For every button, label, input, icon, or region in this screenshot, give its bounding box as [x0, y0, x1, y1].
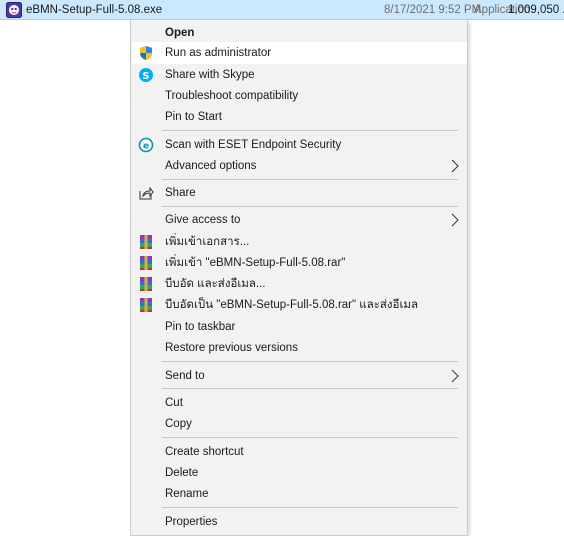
file-row-selected[interactable]: eBMN-Setup-Full-5.08.exe 8/17/2021 9:52 …: [0, 0, 564, 20]
file-name[interactable]: eBMN-Setup-Full-5.08.exe: [26, 3, 162, 17]
menu-item-label: Give access to: [165, 214, 241, 226]
menu-item-give-access-to[interactable]: Give access to: [132, 209, 467, 231]
menu-item-label: Restore previous versions: [165, 342, 298, 354]
menu-item-label: บีบอัดเป็น "eBMN-Setup-Full-5.08.rar" แล…: [165, 299, 419, 311]
menu-item-copy[interactable]: Copy: [132, 413, 467, 435]
menu-item-rar-compress-named-email[interactable]: บีบอัดเป็น "eBMN-Setup-Full-5.08.rar" แล…: [132, 294, 467, 316]
app-exe-icon: [6, 2, 22, 18]
menu-item-label: เพิ่มเข้าเอกสาร...: [165, 236, 250, 248]
menu-item-rar-compress-email[interactable]: บีบอัด และส่งอีเมล...: [132, 273, 467, 295]
winrar-icon: [140, 256, 152, 270]
uac-shield-icon: [140, 46, 152, 60]
menu-item-delete[interactable]: Delete: [132, 462, 467, 484]
menu-item-label: Rename: [165, 488, 209, 500]
skype-icon: S: [139, 68, 153, 82]
eset-icon: e: [138, 137, 154, 153]
menu-item-send-to[interactable]: Send to: [132, 365, 467, 387]
menu-item-label: Cut: [165, 397, 183, 409]
menu-separator: [162, 130, 458, 131]
menu-item-share[interactable]: Share: [132, 182, 467, 204]
menu-item-label: Open: [165, 27, 195, 39]
menu-item-label: Pin to Start: [165, 111, 222, 123]
menu-item-label: Properties: [165, 516, 218, 528]
menu-item-rar-add-named[interactable]: เพิ่มเข้า "eBMN-Setup-Full-5.08.rar": [132, 252, 467, 274]
context-menu: Open Run as administrator S Share with S…: [130, 20, 468, 536]
menu-item-label: Scan with ESET Endpoint Security: [165, 139, 342, 151]
menu-item-troubleshoot-compatibility[interactable]: Troubleshoot compatibility: [132, 85, 467, 107]
svg-text:e: e: [143, 142, 149, 152]
winrar-icon: [140, 277, 152, 291]
menu-separator: [162, 388, 458, 389]
chevron-right-icon: [451, 369, 459, 383]
menu-item-restore-previous-versions[interactable]: Restore previous versions: [132, 337, 467, 359]
menu-item-open[interactable]: Open: [132, 22, 467, 44]
menu-item-cut[interactable]: Cut: [132, 392, 467, 414]
menu-separator: [162, 206, 458, 207]
menu-item-share-with-skype[interactable]: S Share with Skype: [132, 64, 467, 86]
svg-text:S: S: [142, 71, 149, 82]
menu-item-label: เพิ่มเข้า "eBMN-Setup-Full-5.08.rar": [165, 257, 346, 269]
chevron-right-icon: [451, 213, 459, 227]
share-icon: [139, 186, 154, 200]
menu-item-label: Create shortcut: [165, 446, 244, 458]
chevron-right-icon: [451, 159, 459, 173]
menu-item-label: Troubleshoot compatibility: [165, 90, 299, 102]
menu-separator: [162, 507, 458, 508]
menu-item-pin-to-start[interactable]: Pin to Start: [132, 106, 467, 128]
menu-item-label: Run as administrator: [165, 47, 272, 59]
menu-item-label: Advanced options: [165, 160, 257, 172]
winrar-icon: [140, 235, 152, 249]
menu-separator: [162, 179, 458, 180]
menu-item-label: Copy: [165, 418, 192, 430]
menu-item-advanced-options[interactable]: Advanced options: [132, 155, 467, 177]
menu-item-label: Share: [165, 187, 196, 199]
menu-item-create-shortcut[interactable]: Create shortcut: [132, 441, 467, 463]
menu-item-rename[interactable]: Rename: [132, 483, 467, 505]
menu-item-pin-to-taskbar[interactable]: Pin to taskbar: [132, 316, 467, 338]
menu-item-rar-add-to-archive[interactable]: เพิ่มเข้าเอกสาร...: [132, 231, 467, 253]
menu-separator: [162, 361, 458, 362]
menu-item-label: บีบอัด และส่งอีเมล...: [165, 278, 266, 290]
menu-item-label: Send to: [165, 370, 205, 382]
menu-item-label: Share with Skype: [165, 69, 255, 81]
menu-item-run-as-administrator[interactable]: Run as administrator: [132, 42, 467, 64]
file-date: 8/17/2021 9:52 PM: [384, 4, 482, 16]
file-size: 1,009,050 ...: [508, 4, 564, 16]
menu-separator: [162, 437, 458, 438]
menu-item-scan-with-eset[interactable]: e Scan with ESET Endpoint Security: [132, 134, 467, 156]
menu-item-label: Pin to taskbar: [165, 321, 236, 333]
winrar-icon: [140, 298, 152, 312]
menu-item-properties[interactable]: Properties: [132, 511, 467, 533]
menu-item-label: Delete: [165, 467, 199, 479]
